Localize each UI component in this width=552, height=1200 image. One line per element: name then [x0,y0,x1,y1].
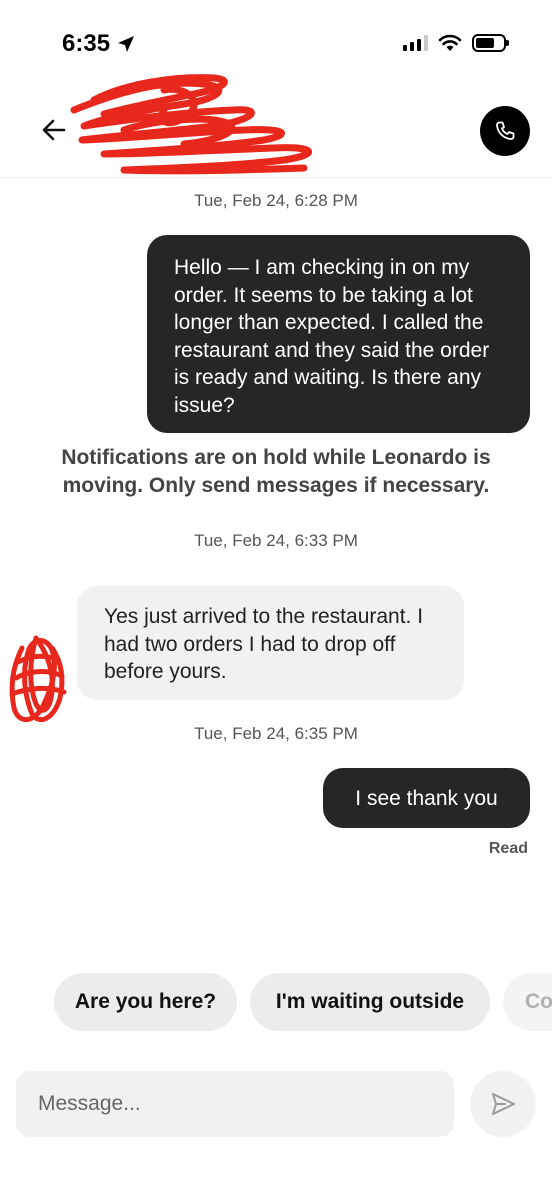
message-text: Yes just arrived to the restaurant. I ha… [104,605,424,683]
send-icon [492,1093,515,1115]
message-timestamp: Tue, Feb 24, 6:35 PM [194,724,358,743]
quick-reply-label: I'm waiting outside [275,990,465,1013]
notifications-on-hold-notice: Notifications are on hold while Leonardo… [61,446,491,497]
battery-icon [472,34,509,52]
cellular-signal-icon [403,35,428,51]
phone-icon [496,121,515,140]
redacted-contact-name [70,74,312,175]
quick-reply-label: Are you here? [74,990,217,1013]
redacted-avatar [9,635,67,723]
chat-header [0,70,552,178]
call-button[interactable] [480,106,530,156]
incoming-message-bubble: Yes just arrived to the restaurant. I ha… [77,586,464,700]
wifi-icon [438,34,462,51]
outgoing-message-bubble: I see thank you [323,768,530,828]
message-timestamp: Tue, Feb 24, 6:33 PM [194,531,358,550]
chat-screen: 6:35 Tue, Feb 24, 6:28 PM Hello — I am c… [0,0,552,1200]
send-button[interactable] [470,1071,536,1137]
read-receipt: Read [488,840,528,857]
quick-reply-chip[interactable]: Are you here? [54,973,237,1031]
quick-reply-chip[interactable]: Co [503,973,552,1031]
outgoing-message-bubble: Hello — I am checking in on my order. It… [147,235,530,433]
quick-reply-chip[interactable]: I'm waiting outside [250,973,490,1031]
message-text: I see thank you [355,787,498,810]
status-time: 6:35 [62,30,136,58]
location-arrow-icon [118,36,135,52]
message-input[interactable] [16,1071,454,1137]
status-icons [403,34,509,52]
message-timestamp: Tue, Feb 24, 6:28 PM [194,191,358,210]
status-time-text: 6:35 [62,30,111,57]
message-text: Hello — I am checking in on my order. It… [174,256,490,417]
quick-reply-label: Co [525,990,552,1013]
